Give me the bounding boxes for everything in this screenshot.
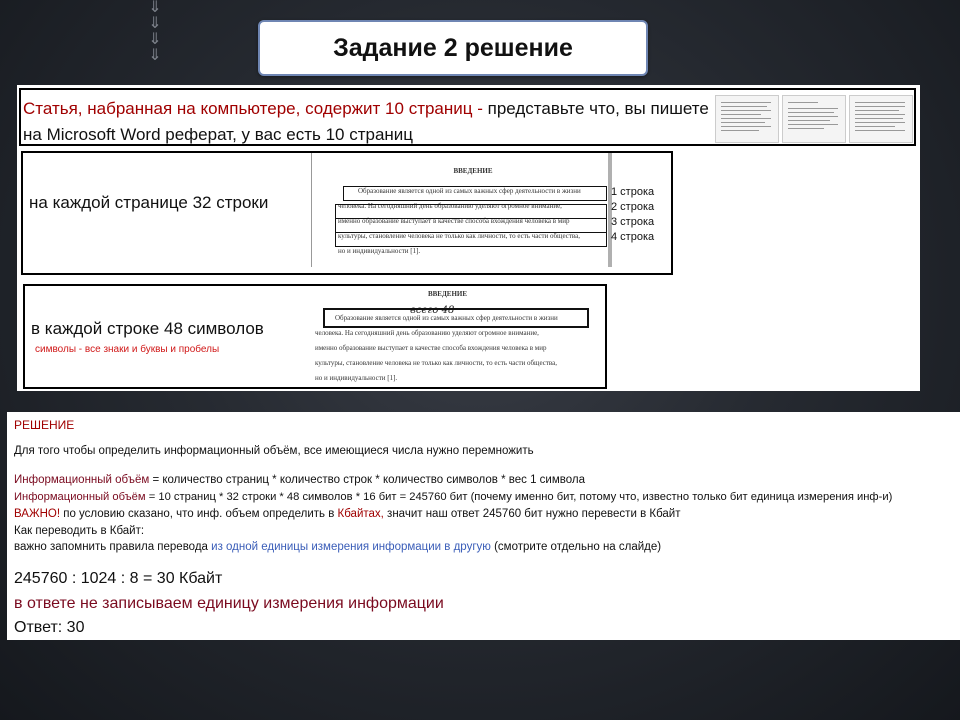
convert-question: Как переводить в Кбайт: [14, 525, 145, 537]
row-outline-1 [343, 186, 607, 201]
page-thumbnail [715, 95, 779, 143]
doc-heading: ВВЕДЕНИЕ [453, 167, 493, 175]
row-label: 1 строка [611, 186, 655, 198]
line-outline [323, 308, 589, 328]
no-unit-note: в ответе не записываем единицу измерения… [14, 595, 444, 612]
doc-line: но и индивидуальности [1]. [315, 374, 398, 382]
pages-text-dash: - [472, 99, 488, 118]
pages-text-highlight: Статья, набранная на компьютере, содержи… [23, 99, 473, 118]
result-line: 245760 : 1024 : 8 = 30 Кбайт [14, 570, 223, 587]
rule-end: (смотрите отдельно на слайде) [490, 541, 662, 553]
formula-term: Информационный объём [14, 474, 150, 486]
doc-line: именно образование выступает в качестве … [315, 344, 547, 352]
doc-line: человека. На сегодняшний день образовани… [315, 329, 539, 337]
calculation-line: Информационный объём = 10 страниц * 32 с… [14, 491, 892, 503]
row-label: 3 строка [611, 216, 655, 228]
lines-per-page-box: на каждой странице 32 строки ВВЕДЕНИЕ Об… [21, 151, 673, 275]
formula-rest: = количество страниц * количество строк … [149, 474, 585, 486]
row-labels: 1 строка 2 строка 3 строка 4 строка [611, 185, 654, 245]
title-box: Задание 2 решение [258, 20, 648, 76]
slide-title: Задание 2 решение [333, 33, 573, 62]
rule-link[interactable]: из одной единицы измерения информации в … [211, 541, 491, 553]
row-label: 4 строка [611, 231, 655, 243]
important-line: ВАЖНО! по условию сказано, что инф. объе… [14, 508, 680, 520]
formula-line: Информационный объём = количество страни… [14, 474, 585, 486]
important-end: значит наш ответ 245760 бит нужно переве… [383, 508, 681, 520]
solution-heading: РЕШЕНИЕ [14, 418, 75, 432]
page-thumbnail [782, 95, 846, 143]
rule-start: важно запомнить правила перевода [14, 541, 212, 553]
solution-intro: Для того чтобы определить информационный… [14, 445, 534, 457]
page-margin-line [311, 153, 312, 267]
page-thumbnails [715, 95, 913, 143]
solution-panel: РЕШЕНИЕ Для того чтобы определить информ… [7, 412, 960, 640]
important-label: ВАЖНО! [14, 508, 61, 520]
pages-text: Статья, набранная на компьютере, содержи… [23, 96, 713, 148]
pages-box: Статья, набранная на компьютере, содержи… [19, 88, 916, 146]
chars-note: символы - все знаки и буквы и пробелы [35, 344, 220, 355]
rule-line: важно запомнить правила перевода из одно… [14, 541, 661, 553]
lines-per-page-label: на каждой странице 32 строки [29, 193, 269, 212]
row-outline-2 [335, 204, 607, 219]
doc-heading: ВВЕДЕНИЕ [427, 290, 468, 298]
answer-line: Ответ: 30 [14, 619, 85, 636]
calc-rest: = 10 страниц * 32 строки * 48 символов *… [145, 491, 893, 503]
page-thumbnail [849, 95, 913, 143]
important-text: по условию сказано, что инф. объем опред… [60, 508, 338, 520]
row-outline-3 [335, 218, 607, 233]
doc-line: культуры, становление человека не только… [315, 359, 557, 367]
down-arrows-decoration: ⇓ ⇓ ⇓ ⇓ [148, 0, 162, 64]
row-label: 2 строка [611, 201, 655, 213]
calc-term: Информационный объём [14, 491, 146, 503]
chars-per-line-label: в каждой строке 48 символов [31, 319, 264, 338]
document-excerpt: ВВЕДЕНИЕ Образование является одной из с… [315, 288, 580, 384]
task-illustration-panel: Статья, набранная на компьютере, содержи… [17, 85, 920, 391]
row-outline-4 [335, 232, 607, 247]
important-unit: Кбайтах, [337, 508, 384, 520]
chars-per-line-box: в каждой строке 48 символов символы - вс… [23, 284, 607, 389]
